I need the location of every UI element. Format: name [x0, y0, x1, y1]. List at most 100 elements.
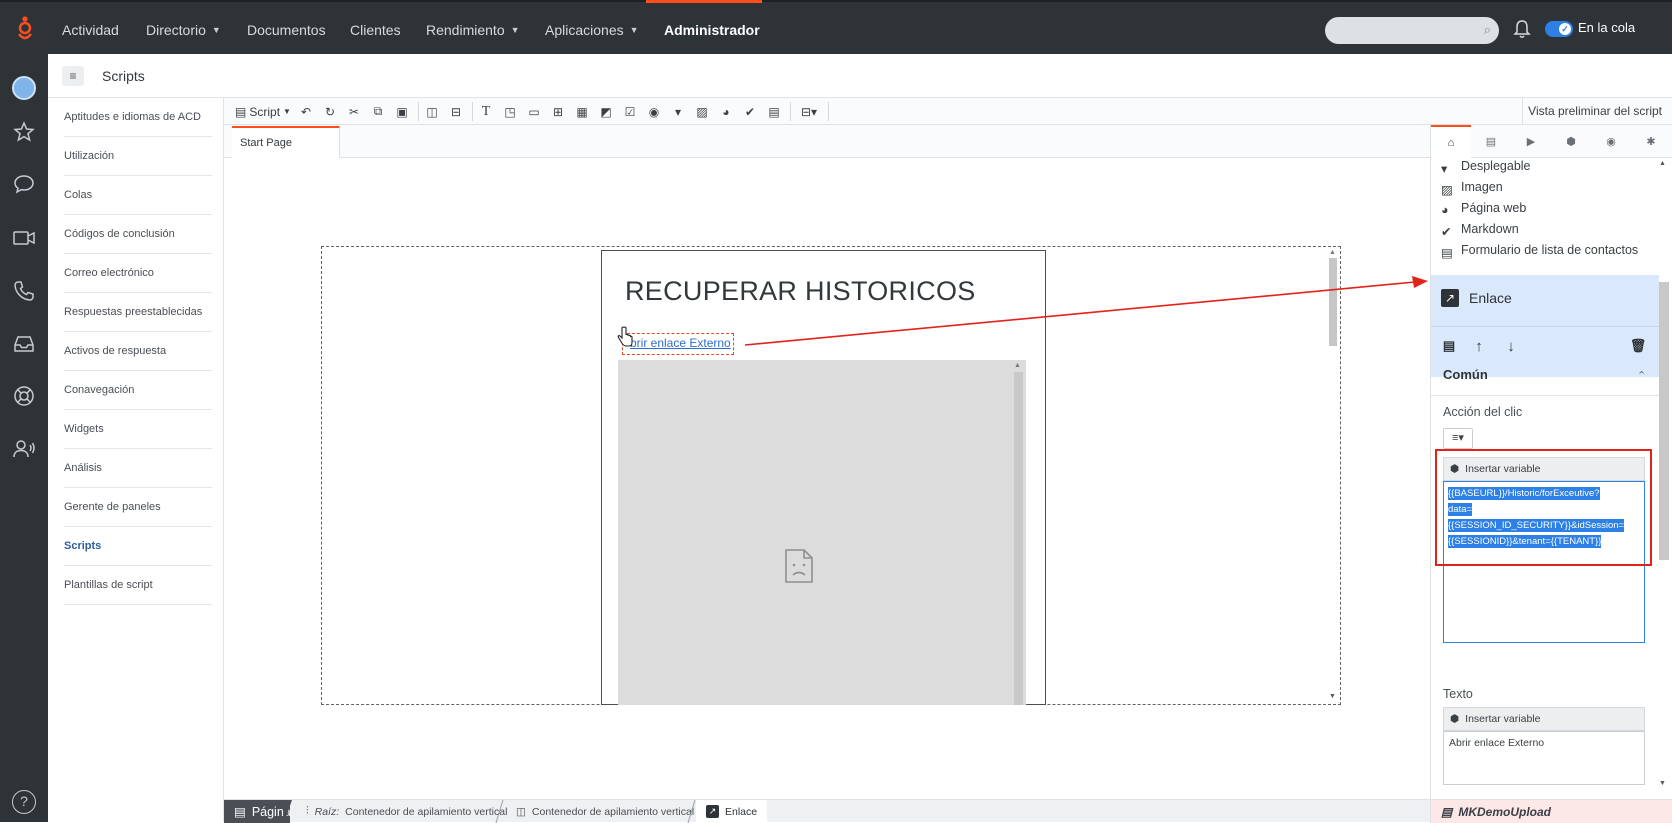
panel-scrollbar[interactable]	[1659, 282, 1669, 560]
input-component-icon[interactable]: ▭	[526, 103, 542, 120]
genesys-logo-icon[interactable]	[14, 15, 36, 43]
radio-icon[interactable]: ◉	[646, 103, 662, 120]
queue-toggle[interactable]: ✓	[1545, 21, 1573, 37]
scroll-down-icon[interactable]: ▼	[1329, 693, 1336, 700]
nav-rendimiento[interactable]: Rendimiento ▼	[426, 19, 520, 41]
phone-icon[interactable]	[12, 279, 36, 303]
script-heading[interactable]: RECUPERAR HISTORICOS	[625, 276, 976, 307]
component-formulario-contactos[interactable]: ▤ Formulario de lista de contactos	[1441, 243, 1638, 260]
external-link[interactable]: brir enlace Externo	[630, 336, 731, 350]
search-input[interactable]: ⌕	[1325, 17, 1499, 44]
dropdown-icon[interactable]: ▾	[670, 103, 686, 120]
nav-clientes[interactable]: Clientes	[350, 19, 401, 41]
play-tab-icon[interactable]: ▶	[1511, 125, 1551, 158]
page-tabs: Start Page	[224, 125, 1430, 158]
nav-directorio[interactable]: Directorio ▼	[146, 19, 221, 41]
horizontal-container-icon[interactable]: ⊟	[448, 103, 464, 120]
sidebar-item-scripts[interactable]: Scripts	[64, 527, 212, 566]
action-type-dropdown[interactable]: ≡▾	[1443, 428, 1473, 449]
image-icon[interactable]: ▨	[694, 103, 710, 120]
sidebar-item-widgets[interactable]: Widgets	[64, 410, 212, 449]
sidebar-item-utilizacion[interactable]: Utilización	[64, 137, 212, 176]
paste-icon[interactable]: ▣	[394, 103, 410, 120]
script-menu-button[interactable]: ▤ Script ▼	[234, 103, 292, 120]
number-component-icon[interactable]: ⊞	[550, 103, 566, 120]
redo-icon[interactable]: ↻	[322, 103, 338, 120]
sidebar-item-activos[interactable]: Activos de respuesta	[64, 332, 212, 371]
crumb-enlace[interactable]: ↗ Enlace	[696, 800, 768, 823]
checkbox-icon[interactable]: ☑	[622, 103, 638, 120]
frame-scrollbar[interactable]	[1014, 372, 1023, 705]
script-icon: ▤	[235, 104, 247, 119]
chevron-up-icon[interactable]: ⌃	[1637, 369, 1646, 382]
star-icon[interactable]	[12, 120, 36, 144]
tab-start-page[interactable]: Start Page	[232, 126, 340, 158]
voice-user-icon[interactable]	[12, 437, 36, 461]
link-component-icon[interactable]: ◩	[598, 103, 614, 120]
component-desplegable[interactable]: ▾ Desplegable	[1441, 159, 1531, 176]
page-tab-icon[interactable]: ▤	[1471, 125, 1511, 158]
form-icon[interactable]: ▤	[766, 103, 782, 120]
undo-icon[interactable]: ↶	[298, 103, 314, 120]
sidebar-item-colas[interactable]: Colas	[64, 176, 212, 215]
more-components-icon[interactable]: ⊟▾	[796, 103, 822, 120]
cut-icon[interactable]: ✂	[346, 103, 362, 120]
left-rail: ?	[0, 54, 48, 822]
properties-icon[interactable]: ▤	[1438, 336, 1460, 356]
nav-aplicaciones[interactable]: Aplicaciones ▼	[545, 19, 639, 41]
markdown-icon[interactable]: ✔	[742, 103, 758, 120]
bell-icon[interactable]	[1512, 18, 1532, 40]
vertical-container-icon[interactable]: ◫	[424, 103, 440, 120]
hamburger-menu-icon[interactable]: ≡	[62, 66, 84, 86]
component-markdown[interactable]: ✔ Markdown	[1441, 222, 1519, 239]
variable-icon: ⬢	[1450, 713, 1460, 725]
toolbar-divider	[828, 102, 829, 121]
avatar[interactable]	[12, 76, 36, 100]
help-icon[interactable]: ?	[12, 790, 36, 814]
video-icon[interactable]	[12, 226, 36, 250]
move-up-icon[interactable]: ↑	[1468, 336, 1490, 356]
scroll-up-icon[interactable]: ▲	[1329, 249, 1336, 256]
webpage-frame-placeholder[interactable]	[618, 360, 1026, 705]
scroll-up-icon[interactable]: ▲	[1014, 362, 1021, 369]
sidebar-item-respuestas[interactable]: Respuestas preestablecidas	[64, 293, 212, 332]
eye-tab-icon[interactable]: ◉	[1591, 125, 1631, 158]
insert-variable-button[interactable]: ⬢ Insertar variable	[1443, 707, 1645, 731]
link-text-textarea[interactable]: Abrir enlace Externo	[1443, 731, 1645, 785]
sidebar-item-plantillas[interactable]: Plantillas de script	[64, 566, 212, 605]
nav-documentos[interactable]: Documentos	[247, 19, 326, 41]
script-name-badge[interactable]: ▤ MKDemoUpload	[1430, 800, 1672, 823]
crumb-pagina[interactable]: ▤ Página	[224, 800, 291, 823]
crumb-contenedor[interactable]: ◫ Contenedor de apilamiento vertical	[506, 800, 704, 823]
sidebar-item-codigos-conclusion[interactable]: Códigos de conclusión	[64, 215, 212, 254]
script-preview-button[interactable]: Vista preliminar del script	[1528, 104, 1662, 118]
chat-icon[interactable]	[12, 172, 36, 196]
copy-icon[interactable]: ⧉	[370, 103, 386, 120]
scroll-down-icon[interactable]: ▼	[1659, 780, 1666, 787]
check-icon: ✓	[1559, 23, 1571, 35]
bug-tab-icon[interactable]: ✱	[1631, 125, 1671, 158]
sidebar-item-analisis[interactable]: Análisis	[64, 449, 212, 488]
nav-administrador[interactable]: Administrador	[664, 19, 760, 41]
variable-tab-icon[interactable]: ⬢	[1551, 125, 1591, 158]
crumb-raiz[interactable]: ⫶ Raíz: Contenedor de apilamiento vertical	[296, 800, 517, 823]
sidebar-item-aptitudes[interactable]: Aptitudes e idiomas de ACD	[64, 98, 212, 137]
canvas-scrollbar[interactable]	[1329, 258, 1337, 346]
move-down-icon[interactable]: ↓	[1500, 336, 1522, 356]
calendar-icon[interactable]: ▦	[574, 103, 590, 120]
delete-icon[interactable]: 🗑	[1627, 336, 1649, 356]
nav-actividad[interactable]: Actividad	[62, 19, 119, 41]
scroll-up-icon[interactable]: ▲	[1659, 160, 1666, 167]
component-imagen[interactable]: ▨ Imagen	[1441, 180, 1503, 197]
home-tab-icon[interactable]: ⌂	[1431, 125, 1471, 158]
text-icon[interactable]: T	[478, 103, 494, 120]
sidebar-item-correo[interactable]: Correo electrónico	[64, 254, 212, 293]
section-title-comun[interactable]: Común	[1443, 367, 1488, 382]
button-component-icon[interactable]: ◳	[502, 103, 518, 120]
lifebuoy-icon[interactable]	[12, 384, 36, 408]
sidebar-item-gerente-paneles[interactable]: Gerente de paneles	[64, 488, 212, 527]
component-pagina-web[interactable]: ◕ Página web	[1441, 201, 1526, 217]
sidebar-item-conavegacion[interactable]: Conavegación	[64, 371, 212, 410]
inbox-icon[interactable]	[12, 332, 36, 356]
globe-icon[interactable]: ◕	[718, 103, 734, 120]
